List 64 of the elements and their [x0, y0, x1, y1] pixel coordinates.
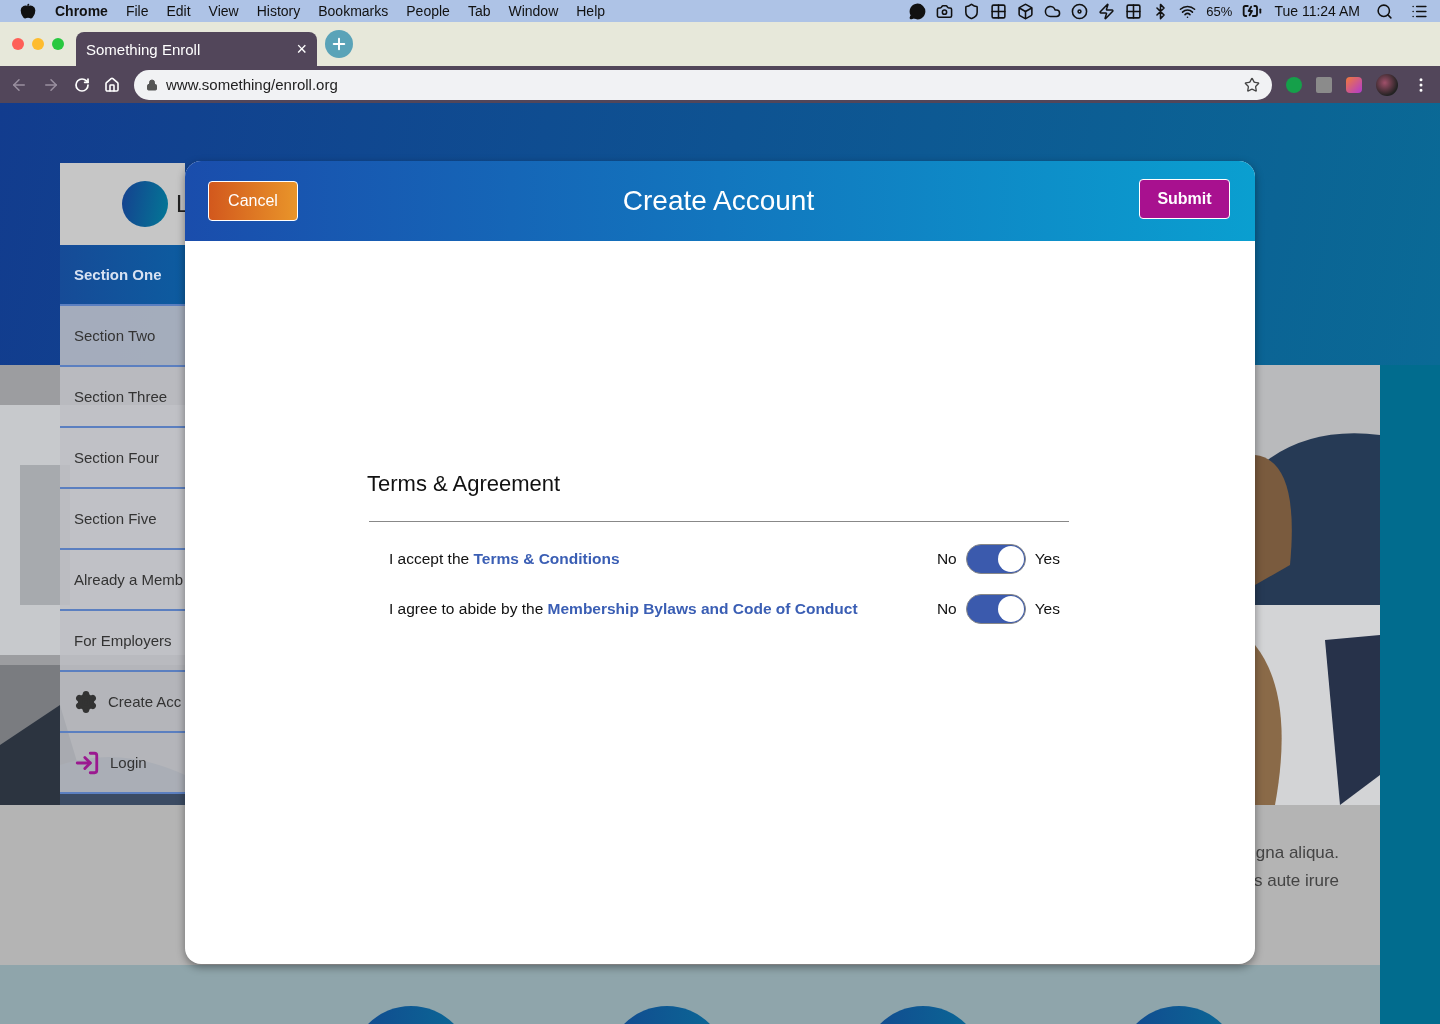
menu-item[interactable]: People	[397, 3, 459, 19]
sidebar-item[interactable]: Section Two	[60, 306, 185, 367]
toggle-switch[interactable]	[965, 594, 1026, 624]
menu-item[interactable]: File	[116, 3, 158, 19]
menu-item[interactable]: Bookmarks	[309, 3, 398, 19]
menu-item[interactable]: Tab	[458, 3, 500, 19]
plus-icon	[330, 35, 348, 53]
body-text: s aute irure	[1253, 871, 1339, 891]
toggle-label: No	[936, 550, 957, 568]
lock-icon	[146, 78, 158, 91]
menu-item[interactable]: Window	[499, 3, 568, 19]
gear-icon	[74, 689, 98, 714]
menu-item[interactable]: History	[247, 3, 310, 19]
sidebar-item[interactable]: Create Acc	[60, 672, 185, 733]
browser-tab[interactable]: Something Enroll ×	[76, 32, 317, 66]
clock[interactable]: Tue 11:24 AM	[1274, 3, 1360, 19]
app-menu[interactable]: Chrome	[46, 3, 117, 19]
battery-percentage: 65%	[1206, 3, 1233, 19]
extension-icon[interactable]	[1286, 76, 1302, 93]
sidebar-item[interactable]: Section One	[60, 245, 185, 306]
tab-close-button[interactable]: ×	[296, 38, 307, 60]
extension-icon[interactable]	[1316, 76, 1332, 93]
body-text: gna aliqua.	[1255, 843, 1339, 863]
sidebar-item[interactable]: Already a Memb	[60, 550, 185, 611]
agreement-text: I agree to abide by the Membership Bylaws and Code of Conduct	[389, 600, 859, 618]
new-tab-button[interactable]	[325, 30, 353, 58]
tab-title: Something Enroll	[86, 40, 202, 58]
profile-avatar[interactable]	[1376, 73, 1398, 96]
search-icon[interactable]	[1376, 2, 1393, 20]
sidebar-item[interactable]: Login	[60, 733, 185, 794]
shield-icon[interactable]	[963, 2, 981, 20]
bookmark-star-icon[interactable]	[1244, 76, 1260, 93]
box-icon[interactable]	[1017, 2, 1035, 20]
address-bar[interactable]: www.something/enroll.org	[134, 69, 1272, 100]
reload-button[interactable]	[74, 76, 90, 93]
menu-item[interactable]: Help	[567, 3, 615, 19]
bolt-icon[interactable]	[1098, 2, 1116, 20]
url-text: www.something/enroll.org	[166, 76, 339, 93]
grid-icon[interactable]	[1125, 2, 1143, 20]
sidebar-item[interactable]: Section Four	[60, 428, 185, 489]
menu-item[interactable]: Edit	[157, 3, 200, 19]
chat-bubble-icon[interactable]	[909, 2, 927, 20]
camera-icon[interactable]	[936, 2, 954, 20]
home-button[interactable]	[104, 76, 120, 93]
agreement-link[interactable]: Terms & Conditions	[473, 550, 620, 567]
toggle-label: Yes	[1034, 600, 1060, 618]
logo-mark	[122, 181, 168, 227]
disc-icon[interactable]	[1071, 2, 1089, 20]
agreement-link[interactable]: Membership Bylaws and Code of Conduct	[547, 600, 858, 617]
toggle-label: No	[936, 600, 957, 618]
toggle-label: Yes	[1034, 550, 1060, 568]
toggle-switch[interactable]	[965, 544, 1026, 574]
agreement-text: I accept the Terms & Conditions	[389, 550, 621, 568]
section-title: Terms & Agreement	[367, 471, 562, 497]
menu-item[interactable]: View	[199, 3, 248, 19]
sidebar-item[interactable]: For Employers	[60, 611, 185, 672]
submit-button[interactable]: Submit	[1139, 179, 1230, 219]
modal-title: Create Account	[622, 185, 815, 217]
apple-icon[interactable]	[20, 3, 36, 19]
login-icon	[74, 749, 100, 776]
grid-icon[interactable]	[990, 2, 1008, 20]
extension-icon[interactable]	[1346, 76, 1362, 93]
sidebar-item[interactable]: Section Three	[60, 367, 185, 428]
sidebar-item[interactable]: Section Five	[60, 489, 185, 550]
